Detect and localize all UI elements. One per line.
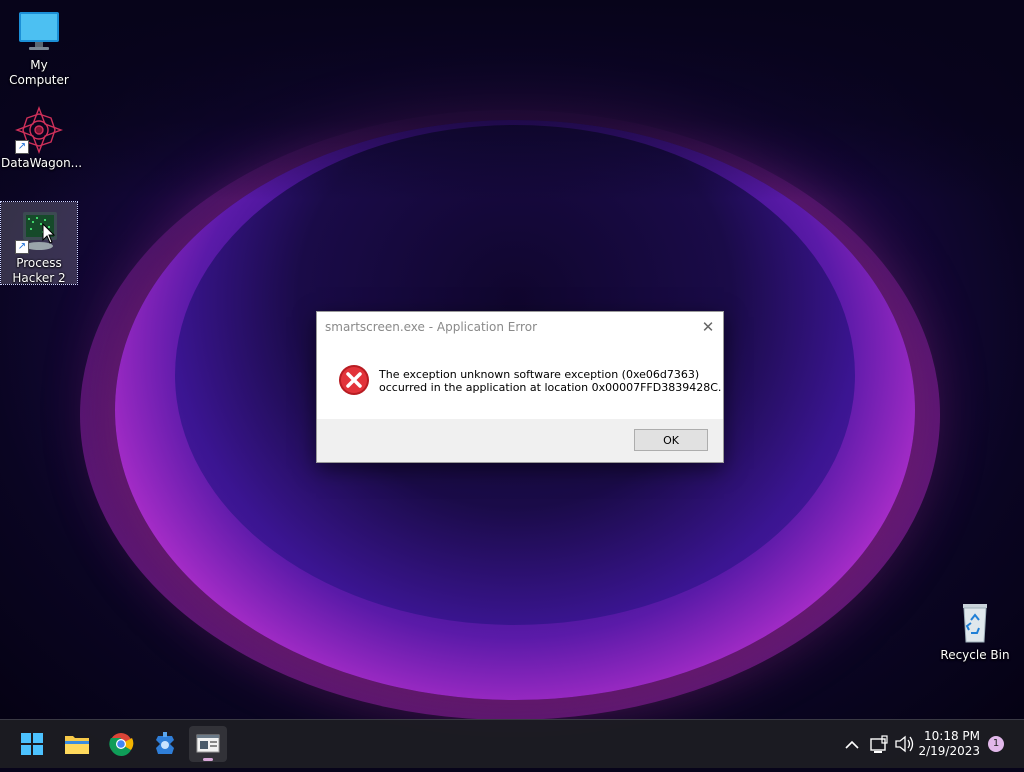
desktop-icon-datawagon[interactable]: ↗ DataWagon...	[1, 106, 83, 171]
chevron-up-icon	[845, 740, 859, 749]
close-icon[interactable]: ✕	[697, 316, 719, 338]
error-message-line-2: occurred in the application at location …	[379, 381, 722, 394]
start-button[interactable]	[13, 726, 51, 762]
ok-button[interactable]: OK	[634, 429, 708, 451]
start-icon	[21, 733, 43, 755]
taskbar: 10:18 PM 2/19/2023 1	[0, 719, 1024, 768]
network-icon	[870, 735, 888, 753]
desktop-icon-label: Recycle Bin	[940, 648, 1010, 662]
volume-button[interactable]	[893, 720, 915, 768]
notification-badge[interactable]: 1	[988, 736, 1004, 752]
desktop-icon-recycle-bin[interactable]: Recycle Bin	[937, 598, 1013, 663]
dialog-title: smartscreen.exe - Application Error	[325, 320, 537, 334]
shortcut-arrow-icon: ↗	[15, 140, 29, 154]
desktop-icon-label: Process Hacker 2	[12, 256, 66, 285]
clock-time: 10:18 PM	[924, 729, 980, 743]
settings-app-icon	[156, 732, 174, 754]
network-status-button[interactable]	[868, 720, 890, 768]
desktop-icon-label: DataWagon...	[1, 156, 83, 170]
tray-overflow-button[interactable]	[842, 720, 862, 768]
dialog-body: The exception unknown software exception…	[317, 342, 723, 418]
taskbar-application-window[interactable]	[189, 726, 227, 762]
desktop-icon-label: My Computer	[9, 58, 69, 87]
monitor-icon	[15, 8, 63, 56]
application-window-icon	[196, 734, 220, 753]
clock-date: 2/19/2023	[918, 744, 980, 758]
dialog-titlebar[interactable]: smartscreen.exe - Application Error ✕	[317, 312, 723, 342]
taskbar-clock[interactable]: 10:18 PM 2/19/2023	[918, 729, 980, 759]
dialog-footer: OK	[317, 419, 723, 462]
active-app-indicator	[203, 758, 213, 761]
file-explorer-icon	[65, 736, 89, 754]
application-error-dialog: smartscreen.exe - Application Error ✕ Th…	[316, 311, 724, 463]
error-message: The exception unknown software exception…	[379, 368, 721, 394]
error-message-line-1: The exception unknown software exception…	[379, 368, 700, 381]
error-icon	[338, 364, 370, 396]
shortcut-arrow-icon: ↗	[15, 240, 29, 254]
taskbar-file-explorer[interactable]	[58, 726, 96, 762]
taskbar-chrome[interactable]	[102, 726, 140, 762]
recycle-bin-icon	[951, 598, 999, 646]
datawagon-logo-icon: ↗	[15, 106, 63, 154]
taskbar-settings-app[interactable]	[146, 726, 184, 762]
desktop-icon-my-computer[interactable]: My Computer	[1, 8, 77, 88]
chrome-icon	[109, 733, 134, 756]
volume-icon	[895, 735, 914, 753]
desktop-icon-process-hacker[interactable]: ↗ Process Hacker 2	[0, 201, 78, 285]
process-hacker-icon: ↗	[15, 206, 63, 254]
